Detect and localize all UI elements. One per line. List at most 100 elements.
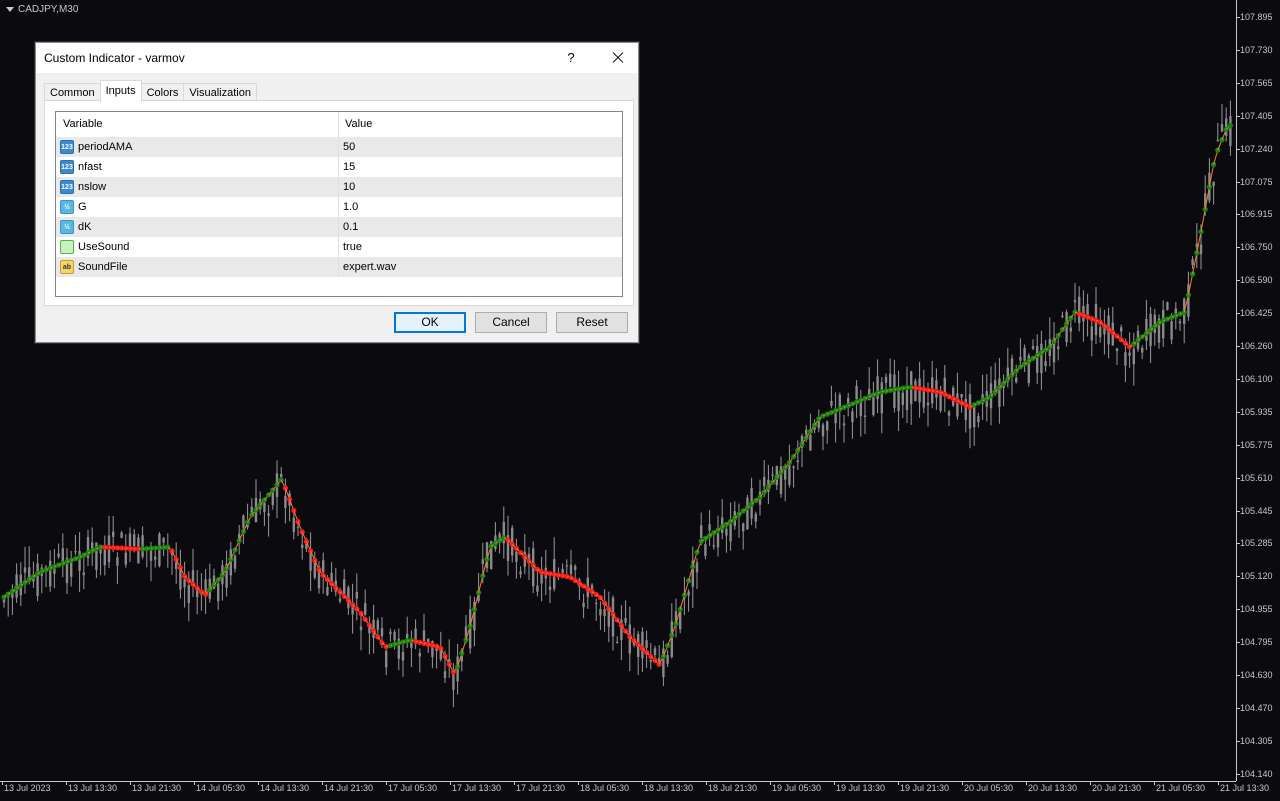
- input-value[interactable]: 15: [343, 157, 355, 177]
- input-row[interactable]: 123periodAMA50: [56, 137, 622, 157]
- input-row[interactable]: ½dK0.1: [56, 217, 622, 237]
- time-tick: [1090, 781, 1091, 785]
- time-tick: [258, 781, 259, 785]
- candle-body: [582, 603, 584, 608]
- time-tick: [450, 781, 451, 785]
- time-label: 14 Jul 05:30: [196, 783, 245, 793]
- candle-body: [822, 425, 824, 437]
- input-value[interactable]: true: [343, 237, 362, 257]
- candle-body: [666, 655, 668, 664]
- symbol-label[interactable]: CADJPY,M30: [6, 4, 78, 15]
- input-row[interactable]: abSoundFileexpert.wav: [56, 257, 622, 277]
- dialog-titlebar[interactable]: Custom Indicator - varmov ?: [36, 43, 638, 73]
- candle-body: [612, 598, 614, 637]
- time-tick: [1154, 781, 1155, 785]
- candle-body: [1170, 321, 1172, 340]
- candle-body: [1070, 327, 1072, 331]
- candle-body: [742, 523, 744, 531]
- candle-body: [339, 598, 341, 601]
- price-label: 105.120: [1240, 571, 1273, 581]
- candle-body: [1044, 361, 1046, 366]
- candle-body: [944, 378, 946, 394]
- time-tick: [770, 781, 771, 785]
- candle-body: [511, 528, 513, 556]
- candle-body: [389, 632, 391, 634]
- time-label: 20 Jul 13:30: [1028, 783, 1077, 793]
- candle-body: [620, 620, 622, 640]
- candle-body: [687, 591, 689, 595]
- ama-dot: [463, 637, 468, 642]
- candle-body: [347, 587, 349, 608]
- column-divider[interactable]: [338, 112, 339, 137]
- candle-body: [301, 545, 303, 548]
- candle-body: [1023, 348, 1025, 361]
- input-value[interactable]: 1.0: [343, 197, 358, 217]
- inputs-grid: Variable Value 123periodAMA50123nfast151…: [55, 111, 623, 297]
- input-value[interactable]: 10: [343, 177, 355, 197]
- candle-body: [364, 603, 366, 615]
- candle-body: [864, 416, 866, 418]
- candle-body: [1229, 116, 1231, 146]
- time-label: 17 Jul 21:30: [516, 783, 565, 793]
- candle-body: [393, 632, 395, 641]
- candle-body: [872, 396, 874, 415]
- candle-body: [234, 556, 236, 569]
- candle-body: [133, 534, 135, 546]
- help-button[interactable]: ?: [560, 43, 582, 73]
- candle-body: [654, 648, 656, 655]
- time-label: 14 Jul 13:30: [260, 783, 309, 793]
- price-label: 104.630: [1240, 670, 1273, 680]
- time-label: 13 Jul 2023: [4, 783, 51, 793]
- cell-divider: [338, 217, 339, 237]
- time-label: 17 Jul 05:30: [388, 783, 437, 793]
- candle-body: [120, 533, 122, 538]
- price-label: 107.895: [1240, 12, 1273, 22]
- candle-body: [1212, 182, 1214, 187]
- candle-body: [1032, 346, 1034, 349]
- input-name: G: [78, 197, 87, 217]
- price-label: 105.775: [1240, 440, 1273, 450]
- candle-body: [57, 553, 59, 557]
- candle-body: [179, 569, 181, 589]
- reset-button[interactable]: Reset: [556, 312, 628, 333]
- candle-body: [902, 393, 904, 405]
- candle-body: [994, 380, 996, 390]
- input-row[interactable]: UseSoundtrue: [56, 237, 622, 257]
- candle-body: [162, 538, 164, 543]
- time-tick: [66, 781, 67, 785]
- candle-body: [314, 561, 316, 578]
- candle-body: [188, 585, 190, 603]
- price-label: 105.935: [1240, 407, 1273, 417]
- column-header-variable[interactable]: Variable: [63, 112, 103, 137]
- cell-divider: [338, 137, 339, 157]
- price-label: 107.240: [1240, 144, 1273, 154]
- input-row[interactable]: 123nslow10: [56, 177, 622, 197]
- candle-body: [141, 535, 143, 557]
- chevron-down-icon: [6, 7, 14, 12]
- candle-body: [1015, 378, 1017, 383]
- string-icon: ab: [60, 260, 74, 274]
- price-label: 107.075: [1240, 177, 1273, 187]
- candle-body: [641, 632, 643, 659]
- tab-bar: Common Inputs Colors Visualization: [44, 81, 256, 101]
- input-value[interactable]: expert.wav: [343, 257, 396, 277]
- candle-body: [1221, 124, 1223, 132]
- candle-body: [851, 411, 853, 422]
- tab-inputs[interactable]: Inputs: [100, 80, 142, 102]
- candle-body: [444, 671, 446, 678]
- candle-body: [356, 592, 358, 599]
- candle-body: [280, 474, 282, 477]
- time-tick: [706, 781, 707, 785]
- input-row[interactable]: ½G1.0: [56, 197, 622, 217]
- grid-header: Variable Value: [56, 112, 622, 138]
- close-icon[interactable]: [602, 43, 632, 73]
- column-header-value[interactable]: Value: [345, 112, 372, 137]
- candle-body: [1162, 310, 1164, 338]
- cell-divider: [338, 177, 339, 197]
- input-value[interactable]: 50: [343, 137, 355, 157]
- ok-button[interactable]: OK: [394, 312, 466, 333]
- input-row[interactable]: 123nfast15: [56, 157, 622, 177]
- input-value[interactable]: 0.1: [343, 217, 358, 237]
- cancel-button[interactable]: Cancel: [475, 312, 547, 333]
- candle-body: [1061, 316, 1063, 317]
